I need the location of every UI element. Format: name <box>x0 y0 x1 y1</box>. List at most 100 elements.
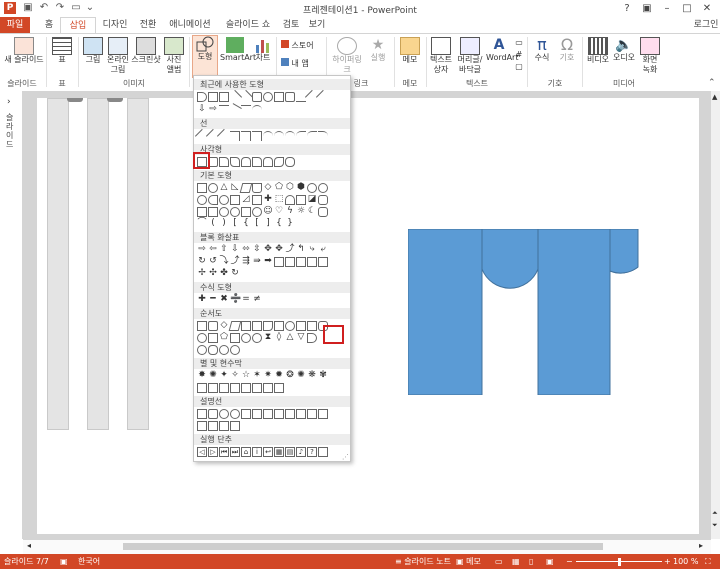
block-arrow-shape[interactable]: ⤴ <box>230 257 240 267</box>
line-shape[interactable] <box>296 131 306 141</box>
block-arrow-shape[interactable] <box>296 257 306 267</box>
help-button[interactable]: ? <box>617 0 637 17</box>
basic-shape[interactable] <box>318 207 328 217</box>
hyperlink-button[interactable]: 하이퍼링크 <box>330 37 364 75</box>
pillar-shape[interactable] <box>87 98 109 430</box>
basic-shape[interactable]: ◺ <box>230 183 240 193</box>
photo-album-button[interactable]: 사진 앨범 <box>162 37 186 75</box>
block-arrow-shape[interactable]: ⇨ <box>197 245 207 255</box>
arrow-down-shape[interactable]: ⇩ <box>197 105 207 115</box>
minus-shape[interactable]: ━ <box>208 295 218 305</box>
minimize-icon[interactable]: – <box>657 0 677 17</box>
flowchart-shape[interactable] <box>274 321 284 331</box>
bracket-shape[interactable]: { <box>241 219 251 229</box>
maximize-icon[interactable]: □ <box>677 0 697 17</box>
callout-shape[interactable] <box>208 421 218 431</box>
flowchart-shape[interactable] <box>208 345 218 355</box>
line-shape[interactable] <box>263 131 273 141</box>
callout-shape[interactable] <box>219 421 229 431</box>
scroll-prev-slide-icon[interactable]: ⏶ <box>712 509 718 518</box>
shape-item[interactable] <box>219 105 229 115</box>
line-shape[interactable] <box>252 131 262 141</box>
action-forward-shape[interactable]: ▷ <box>208 447 218 457</box>
basic-shape[interactable] <box>208 183 218 193</box>
line-shape[interactable] <box>318 131 328 141</box>
block-arrow-shape[interactable]: ⇶ <box>241 257 251 267</box>
banner-shape[interactable] <box>197 383 207 393</box>
banner-shape[interactable] <box>241 383 251 393</box>
block-arrow-shape[interactable]: ⇦ <box>208 245 218 255</box>
callout-shape[interactable] <box>197 409 207 419</box>
expand-pane-icon[interactable]: › <box>7 97 11 107</box>
scroll-next-slide-icon[interactable]: ⏷ <box>712 521 718 530</box>
basic-shape[interactable]: ◿ <box>241 195 251 205</box>
block-arrow-shape[interactable]: ⬄ <box>241 245 251 255</box>
flowchart-shape[interactable] <box>230 345 240 355</box>
star-shape[interactable]: ✷ <box>263 371 273 381</box>
horizontal-scrollbar[interactable]: ◂ ▸ <box>23 539 711 554</box>
line-shape[interactable] <box>230 131 240 141</box>
line-shape[interactable] <box>285 131 295 141</box>
ribbon-display-icon[interactable]: ▣ <box>637 0 657 17</box>
tab-review[interactable]: 검토 <box>282 17 300 33</box>
flowchart-shape[interactable]: ⧗ <box>263 333 273 343</box>
comment-button[interactable]: 메모 <box>398 37 422 65</box>
star-shape[interactable]: ❋ <box>307 371 317 381</box>
action-help-shape[interactable]: ? <box>307 447 317 457</box>
action-end-shape[interactable]: ⏭ <box>230 447 240 457</box>
block-arrow-shape[interactable] <box>285 257 295 267</box>
block-arrow-shape[interactable]: ⇛ <box>252 257 262 267</box>
screenshot-button[interactable]: 스크린샷 <box>131 37 161 65</box>
tab-slideshow[interactable]: 슬라이드 쇼 <box>220 17 276 33</box>
shape-item[interactable] <box>238 89 254 105</box>
callout-shape[interactable] <box>307 409 317 419</box>
basic-shape[interactable]: ⬡ <box>285 183 295 193</box>
close-icon[interactable]: ✕ <box>697 0 717 17</box>
basic-shape[interactable]: △ <box>219 183 229 193</box>
callout-shape[interactable] <box>263 409 273 419</box>
not-equal-shape[interactable]: ≠ <box>252 295 262 305</box>
tab-transitions[interactable]: 전환 <box>136 17 160 33</box>
symbol-button[interactable]: Ω 기호 <box>556 37 578 63</box>
reading-view-icon[interactable]: ▯ <box>529 554 533 569</box>
flowchart-shape[interactable] <box>263 321 273 331</box>
lightning-shape[interactable]: ϟ <box>285 207 295 217</box>
language-indicator[interactable]: 한국어 <box>78 554 100 569</box>
scroll-thumb[interactable] <box>123 543 603 550</box>
wordart-button[interactable]: A WordArt <box>486 37 518 63</box>
action-document-shape[interactable]: ▤ <box>285 447 295 457</box>
block-arrow-shape[interactable] <box>318 257 328 267</box>
flowchart-shape[interactable] <box>208 321 218 331</box>
flowchart-shape[interactable] <box>307 321 317 331</box>
bracket-shape[interactable]: } <box>285 219 295 229</box>
scroll-right-icon[interactable]: ▸ <box>699 541 703 550</box>
callout-shape[interactable] <box>208 409 218 419</box>
flowchart-shape[interactable] <box>285 321 295 331</box>
basic-shape[interactable] <box>219 195 229 205</box>
basic-shape[interactable]: ◪ <box>307 195 317 205</box>
bracket-shape[interactable]: ] <box>263 219 273 229</box>
chart-button[interactable]: 차트 <box>252 37 274 63</box>
pillar-shape[interactable] <box>127 98 149 430</box>
flowchart-shape[interactable]: ◇ <box>219 321 229 331</box>
snip-rectangle-shape[interactable] <box>219 157 229 167</box>
collapse-ribbon-icon[interactable]: ⌃ <box>708 78 716 88</box>
block-arrow-shape[interactable]: ⇩ <box>230 245 240 255</box>
banner-shape[interactable] <box>230 383 240 393</box>
flowchart-shape[interactable] <box>252 321 262 331</box>
tab-animations[interactable]: 애니메이션 <box>168 17 212 33</box>
bracket-shape[interactable]: [ <box>230 219 240 229</box>
block-arrow-shape[interactable]: ✤ <box>219 269 229 279</box>
store-button[interactable]: 스토어 <box>281 40 321 51</box>
callout-shape[interactable] <box>318 409 328 419</box>
basic-shape[interactable] <box>208 195 218 205</box>
tab-insert[interactable]: 삽입 <box>60 17 96 34</box>
arrow-right-shape[interactable]: ⇨ <box>208 105 218 115</box>
plus-shape[interactable]: ✚ <box>197 295 207 305</box>
flowchart-shape[interactable]: ◊ <box>274 333 284 343</box>
star-shape[interactable]: ✦ <box>219 371 229 381</box>
block-arrow-shape[interactable]: ✣ <box>208 269 218 279</box>
star-shape[interactable]: ✧ <box>230 371 240 381</box>
bracket-shape[interactable]: ⌒ <box>197 219 207 229</box>
callout-shape[interactable] <box>230 421 240 431</box>
